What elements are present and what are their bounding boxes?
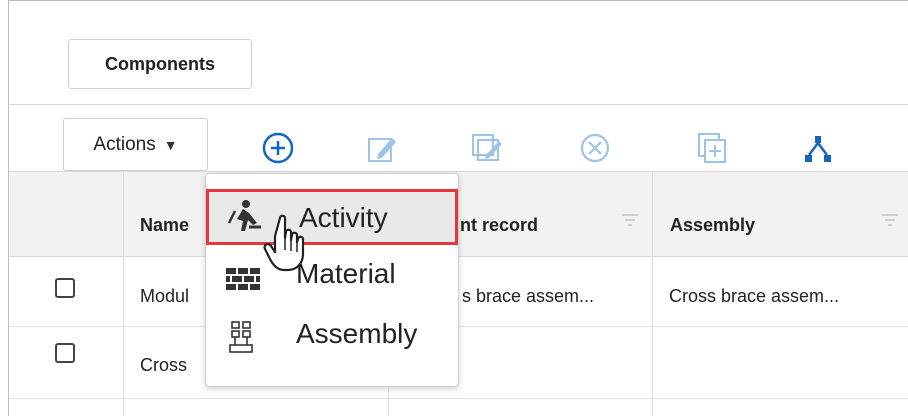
add-to-group-icon[interactable] xyxy=(695,130,731,166)
menu-item-label: Material xyxy=(296,258,396,289)
remove-icon[interactable] xyxy=(577,130,613,166)
filter-icon[interactable] xyxy=(880,212,900,228)
filter-icon[interactable] xyxy=(620,212,640,228)
column-header-name[interactable]: Name xyxy=(140,215,189,236)
assembly-blocks-icon xyxy=(229,321,253,353)
menu-item-assembly[interactable]: Assembly xyxy=(206,312,458,368)
menu-item-label: Assembly xyxy=(296,318,418,349)
menu-item-label: Activity xyxy=(299,202,388,233)
activity-worker-icon xyxy=(227,200,261,231)
column-divider xyxy=(123,171,124,416)
row-divider xyxy=(9,398,908,399)
cell-assembly: Cross brace assem... xyxy=(669,286,840,306)
material-bricks-icon xyxy=(226,268,260,290)
hand-pointer-cursor-icon xyxy=(263,214,305,272)
row-checkbox[interactable] xyxy=(55,278,75,298)
actions-dropdown-button[interactable]: Actions ▼ xyxy=(63,118,208,171)
edit-icon[interactable] xyxy=(364,130,400,166)
hierarchy-icon[interactable] xyxy=(800,130,836,166)
column-divider xyxy=(652,171,653,416)
divider xyxy=(9,104,908,105)
edit-multiple-icon[interactable] xyxy=(470,130,506,166)
column-header-assembly[interactable]: Assembly xyxy=(670,215,755,236)
cell-name: Modul xyxy=(140,286,190,306)
cell-record: s brace assem... xyxy=(462,286,595,306)
menu-item-material[interactable]: Material xyxy=(206,252,458,308)
column-header-record[interactable]: nt record xyxy=(460,215,538,236)
caret-down-icon: ▼ xyxy=(163,136,178,153)
add-icon[interactable] xyxy=(260,130,296,166)
cell-name: Cross xyxy=(140,355,188,375)
add-dropdown-menu: Activity Material Assembly xyxy=(205,173,459,387)
components-tab[interactable]: Components xyxy=(68,39,252,89)
row-checkbox[interactable] xyxy=(55,343,75,363)
menu-item-activity[interactable]: Activity xyxy=(206,189,458,245)
actions-label: Actions xyxy=(93,133,156,155)
